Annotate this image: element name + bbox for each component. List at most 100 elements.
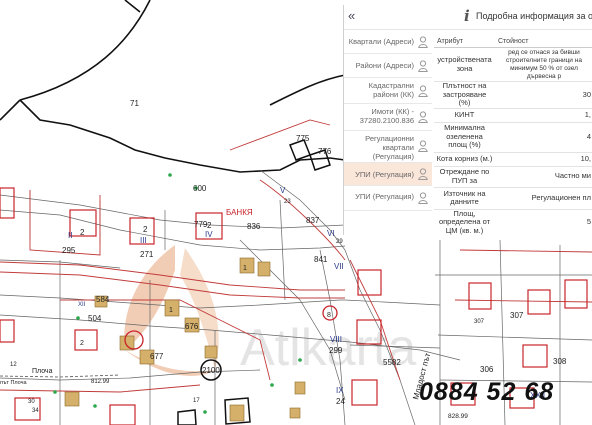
svg-text:8: 8 <box>327 312 331 319</box>
svg-text:307: 307 <box>474 319 485 325</box>
attribute-table: Атрибут Стойност устройствената зона ред… <box>434 35 592 235</box>
layer-item-upi-regulation-active[interactable]: УПИ (Регулация) <box>344 163 432 186</box>
table-row: Площ, определена от ЦМ (кв. м.) 5 <box>434 209 592 235</box>
attribute-value: 10, <box>495 152 592 167</box>
layer-item-upi-regulation[interactable]: УПИ (Регулация) <box>344 186 432 211</box>
table-row: Отреждане по ПУП за Частно ми <box>434 166 592 188</box>
user-icon <box>418 60 428 72</box>
attribute-value: Регулационен пл <box>495 187 592 210</box>
layer-item-label: Имоти (КК) - 37280.2100.836 <box>359 107 414 125</box>
svg-text:775: 775 <box>296 134 310 143</box>
svg-text:504: 504 <box>88 314 102 323</box>
header-value: Стойност <box>495 35 592 48</box>
attribute-key: Площ, определена от ЦМ (кв. м.) <box>434 209 495 235</box>
phone-number: 0884 52 68 <box>419 378 555 406</box>
attribute-value: 1, <box>495 108 592 123</box>
svg-text:път Плоча: път Плоча <box>0 380 27 386</box>
svg-text:836: 836 <box>247 222 261 231</box>
attribute-key: Отреждане по ПУП за <box>434 166 495 188</box>
attribute-value: 30 <box>495 81 592 109</box>
svg-text:600: 600 <box>193 184 207 193</box>
svg-text:XII: XII <box>78 302 86 308</box>
collapse-panel-icon[interactable]: « <box>348 8 355 23</box>
svg-text:VI: VI <box>327 229 335 238</box>
attribute-key: Плътност на застрояване (%) <box>434 81 495 109</box>
svg-text:2: 2 <box>80 228 85 237</box>
attribute-key: устройствената зона <box>434 47 495 82</box>
svg-text:812.99: 812.99 <box>91 379 110 385</box>
svg-text:Плоча: Плоча <box>32 368 53 375</box>
svg-text:30: 30 <box>28 399 35 405</box>
svg-text:584: 584 <box>96 295 110 304</box>
svg-text:779: 779 <box>194 220 208 229</box>
svg-text:БАНКЯ: БАНКЯ <box>226 208 253 217</box>
svg-text:VIII: VIII <box>330 335 342 344</box>
user-icon <box>418 168 428 180</box>
attribute-key: Минимална озеленена площ (%) <box>434 122 495 153</box>
svg-text:2: 2 <box>207 221 212 230</box>
svg-text:III: III <box>140 236 147 245</box>
layer-item-label: УПИ (Регулация) <box>355 192 414 201</box>
table-row: устройствената зона ред се отнася за бив… <box>434 47 592 82</box>
svg-text:837: 837 <box>306 216 320 225</box>
user-icon <box>418 192 428 204</box>
layer-item-districts-addresses[interactable]: Райони (Адреси) <box>344 54 432 78</box>
svg-text:29: 29 <box>336 239 343 245</box>
layer-item-label: Регулационни квартали (Регулация) <box>365 134 414 161</box>
svg-text:2100: 2100 <box>202 366 220 375</box>
user-icon <box>418 36 428 48</box>
panel-title: Подробна информация за обект <box>476 11 592 21</box>
svg-text:VII: VII <box>334 262 344 271</box>
layer-item-quarters-addresses[interactable]: Квартали (Адреси) <box>344 30 432 54</box>
layer-list: Квартали (Адреси) Райони (Адреси) Кадаст… <box>344 30 432 211</box>
table-row: Източник на данните Регулационен пл <box>434 187 592 210</box>
user-icon <box>418 85 428 97</box>
attribute-key: Източник на данните <box>434 187 495 210</box>
svg-text:71: 71 <box>130 99 139 108</box>
attribute-value: 5 <box>495 209 592 235</box>
object-info-panel: « i Подробна информация за обект Квартал… <box>343 5 592 235</box>
svg-text:IX: IX <box>336 386 344 395</box>
table-row: КИНТ 1, <box>434 108 592 123</box>
attribute-value: ред се отнася за бивши строителните гран… <box>495 47 592 82</box>
layer-item-label: Квартали (Адреси) <box>348 37 414 46</box>
svg-text:IV: IV <box>205 230 213 239</box>
svg-text:1: 1 <box>243 265 247 272</box>
svg-text:23: 23 <box>284 199 291 205</box>
table-row: Кота корниз (м.) 10, <box>434 152 592 167</box>
layer-item-label: Кадастрални райони (КК) <box>368 81 414 99</box>
svg-text:828.99: 828.99 <box>448 413 468 420</box>
svg-text:776: 776 <box>318 147 332 156</box>
header-attribute: Атрибут <box>434 35 495 48</box>
table-row: Минимална озеленена площ (%) 4 <box>434 122 592 153</box>
attribute-value: 4 <box>495 122 592 153</box>
attribute-key: КИНТ <box>434 108 495 123</box>
svg-text:299: 299 <box>329 346 343 355</box>
layer-item-properties[interactable]: Имоти (КК) - 37280.2100.836 <box>344 104 432 131</box>
svg-text:17: 17 <box>193 398 200 404</box>
user-icon <box>418 140 428 152</box>
svg-text:306: 306 <box>480 365 494 374</box>
svg-text:1: 1 <box>169 307 173 314</box>
svg-text:307: 307 <box>510 311 524 320</box>
layer-item-cadastral-regions[interactable]: Кадастрални райони (КК) <box>344 78 432 104</box>
attribute-key: Кота корниз (м.) <box>434 152 495 167</box>
attribute-value: Частно ми <box>495 166 592 188</box>
svg-text:295: 295 <box>62 246 76 255</box>
layer-item-label: Райони (Адреси) <box>355 61 414 70</box>
svg-text:271: 271 <box>140 250 154 259</box>
layer-item-label: УПИ (Регулация) <box>355 170 414 179</box>
svg-text:V: V <box>280 186 286 195</box>
info-icon: i <box>464 7 470 25</box>
layer-item-regulation-quarters[interactable]: Регулационни квартали (Регулация) <box>344 131 432 163</box>
svg-text:676: 676 <box>185 322 199 331</box>
table-row: Плътност на застрояване (%) 30 <box>434 81 592 109</box>
svg-text:II: II <box>68 231 72 240</box>
svg-text:308: 308 <box>553 357 567 366</box>
svg-text:2: 2 <box>80 340 84 347</box>
svg-text:841: 841 <box>314 255 328 264</box>
svg-text:677: 677 <box>150 352 164 361</box>
panel-header: « i Подробна информация за обект <box>344 5 592 30</box>
svg-text:12: 12 <box>10 362 17 368</box>
svg-text:34: 34 <box>32 408 39 414</box>
